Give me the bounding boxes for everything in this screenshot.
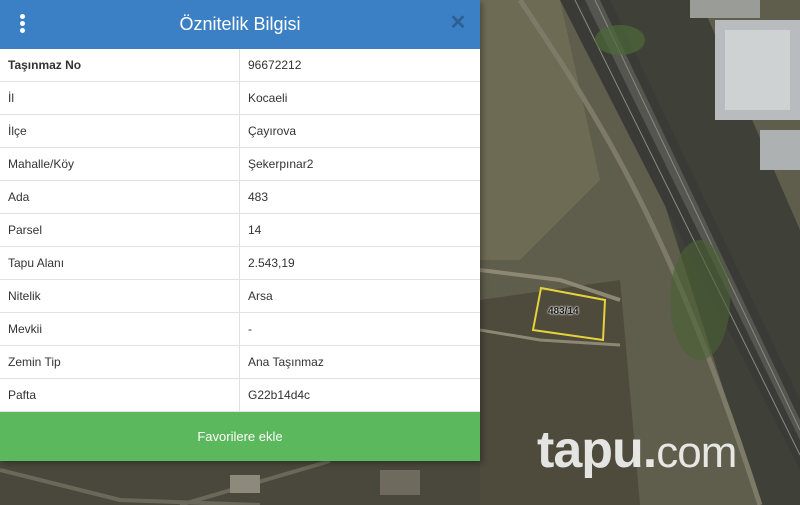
kebab-menu-icon[interactable]	[16, 14, 28, 34]
attribute-value: 2.543,19	[239, 246, 480, 280]
attribute-key: Zemin Tip	[0, 345, 240, 379]
parcel-label: 483/14	[548, 306, 579, 317]
attribute-key: Mahalle/Köy	[0, 147, 240, 181]
attribute-row: Zemin Tip Ana Taşınmaz	[0, 345, 480, 379]
attribute-row: Taşınmaz No 96672212	[0, 49, 480, 82]
add-to-favorites-button[interactable]: Favorilere ekle	[0, 412, 480, 461]
attribute-row: Ada 483	[0, 180, 480, 214]
attribute-value: Arsa	[239, 279, 480, 313]
attribute-key: İl	[0, 81, 240, 115]
panel-title: Öznitelik Bilgisi	[179, 14, 301, 34]
attribute-value: Ana Taşınmaz	[239, 345, 480, 379]
attribute-row: Pafta G22b14d4c	[0, 378, 480, 412]
attribute-key: Pafta	[0, 378, 240, 412]
attribute-key: Ada	[0, 180, 240, 214]
attribute-value: -	[239, 312, 480, 346]
attribute-row: İl Kocaeli	[0, 81, 480, 115]
attribute-row: Mahalle/Köy Şekerpınar2	[0, 147, 480, 181]
attribute-value: 483	[239, 180, 480, 214]
attribute-key: Parsel	[0, 213, 240, 247]
attribute-value: Şekerpınar2	[239, 147, 480, 181]
attribute-table: Taşınmaz No 96672212 İl Kocaeli İlçe Çayırova…	[0, 49, 480, 412]
attribute-key: Nitelik	[0, 279, 240, 313]
attribute-row: Mevkii -	[0, 312, 480, 346]
attribute-value: 14	[239, 213, 480, 247]
tapu-com-watermark: tapu.com	[537, 421, 737, 479]
attribute-value: Çayırova	[239, 114, 480, 148]
attribute-row: Parsel 14	[0, 213, 480, 247]
attribute-row: İlçe Çayırova	[0, 114, 480, 148]
close-icon[interactable]: ✕	[448, 12, 468, 34]
attribute-value: G22b14d4c	[239, 378, 480, 412]
attribute-key: Mevkii	[0, 312, 240, 346]
attribute-key: Tapu Alanı	[0, 246, 240, 280]
attribute-value: 96672212	[239, 49, 480, 82]
attribute-row: Nitelik Arsa	[0, 279, 480, 313]
attribute-row: Tapu Alanı 2.543,19	[0, 246, 480, 280]
attribute-key: Taşınmaz No	[0, 49, 240, 82]
attribute-info-panel: Öznitelik Bilgisi ✕ Taşınmaz No 96672212 İ…	[0, 0, 480, 461]
attribute-key: İlçe	[0, 114, 240, 148]
panel-header: Öznitelik Bilgisi ✕	[0, 0, 480, 49]
attribute-value: Kocaeli	[239, 81, 480, 115]
